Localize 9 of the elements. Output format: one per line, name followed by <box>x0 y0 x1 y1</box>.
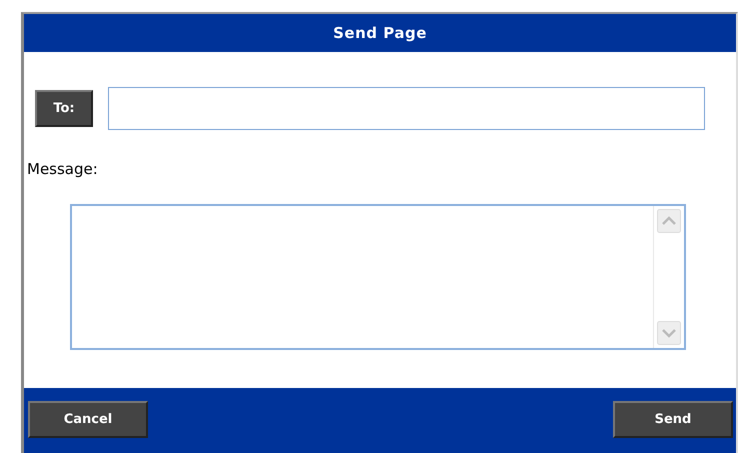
scroll-up-icon[interactable] <box>657 209 681 233</box>
message-field[interactable] <box>70 204 686 350</box>
dialog-title: Send Page <box>24 14 736 52</box>
scroll-down-icon[interactable] <box>657 321 681 345</box>
dialog-button[interactable]: Cancel <box>28 401 148 438</box>
dialog-button[interactable]: Send <box>613 401 733 438</box>
to-field[interactable] <box>108 87 705 130</box>
to-button[interactable]: To: <box>35 90 93 127</box>
message-label: Message: <box>27 160 98 178</box>
